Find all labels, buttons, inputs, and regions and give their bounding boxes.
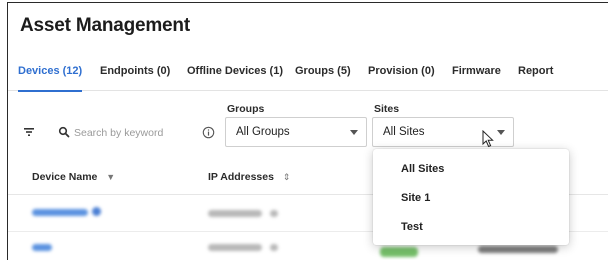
column-header-label: IP Addresses <box>208 171 274 183</box>
sites-label: Sites <box>374 103 400 115</box>
device-name-redacted[interactable] <box>32 244 52 251</box>
search-box[interactable] <box>48 120 218 146</box>
tab-report[interactable]: Report <box>518 65 553 91</box>
column-header-label: Device Name <box>32 171 98 183</box>
filter-button[interactable] <box>18 121 40 143</box>
ip-address-redacted <box>208 210 262 217</box>
groups-label: Groups <box>227 103 265 115</box>
status-dot-icon <box>92 207 101 216</box>
tab-bar: Devices (12) Endpoints (0) Offline Devic… <box>8 59 608 92</box>
app-frame: Asset Management Devices (12) Endpoints … <box>7 2 608 260</box>
sites-select-value: All Sites <box>383 126 425 138</box>
search-input[interactable] <box>74 123 194 143</box>
option-label: Test <box>401 221 423 233</box>
sites-dropdown-menu: All Sites Site 1 Test <box>373 149 569 245</box>
ip-address-redacted <box>208 244 262 251</box>
sites-option-test[interactable]: Test <box>373 214 569 240</box>
sites-option-all-sites[interactable]: All Sites <box>373 156 569 182</box>
filter-icon <box>24 128 34 136</box>
option-label: Site 1 <box>401 192 431 204</box>
column-header-ip-addresses[interactable]: IP Addresses ⇕ <box>208 171 290 183</box>
tab-devices[interactable]: Devices (12) <box>18 65 83 92</box>
column-header-device-name[interactable]: Device Name ▼ <box>32 171 115 183</box>
info-icon[interactable] <box>202 126 215 139</box>
sort-icon[interactable]: ⇕ <box>283 172 291 183</box>
cell-redacted <box>478 246 558 253</box>
tab-offline-devices[interactable]: Offline Devices (1) <box>187 65 283 91</box>
chevron-down-icon <box>270 244 278 251</box>
tab-provision[interactable]: Provision (0) <box>368 65 435 91</box>
chevron-down-icon <box>497 130 505 135</box>
sites-option-site-1[interactable]: Site 1 <box>373 185 569 211</box>
tab-endpoints[interactable]: Endpoints (0) <box>100 65 170 91</box>
chevron-down-icon <box>270 210 278 217</box>
chevron-down-icon <box>350 130 358 135</box>
page-title: Asset Management <box>20 15 190 36</box>
option-label: All Sites <box>401 163 445 175</box>
device-name-redacted[interactable] <box>32 209 88 216</box>
tab-firmware[interactable]: Firmware <box>452 65 501 91</box>
status-badge-redacted <box>380 247 418 257</box>
groups-select-value: All Groups <box>236 126 290 138</box>
chevron-down-icon[interactable]: ▼ <box>106 172 115 182</box>
groups-select[interactable]: All Groups <box>225 117 367 147</box>
mouse-pointer-icon <box>482 130 494 148</box>
tab-groups[interactable]: Groups (5) <box>295 65 351 91</box>
search-icon <box>58 126 70 138</box>
